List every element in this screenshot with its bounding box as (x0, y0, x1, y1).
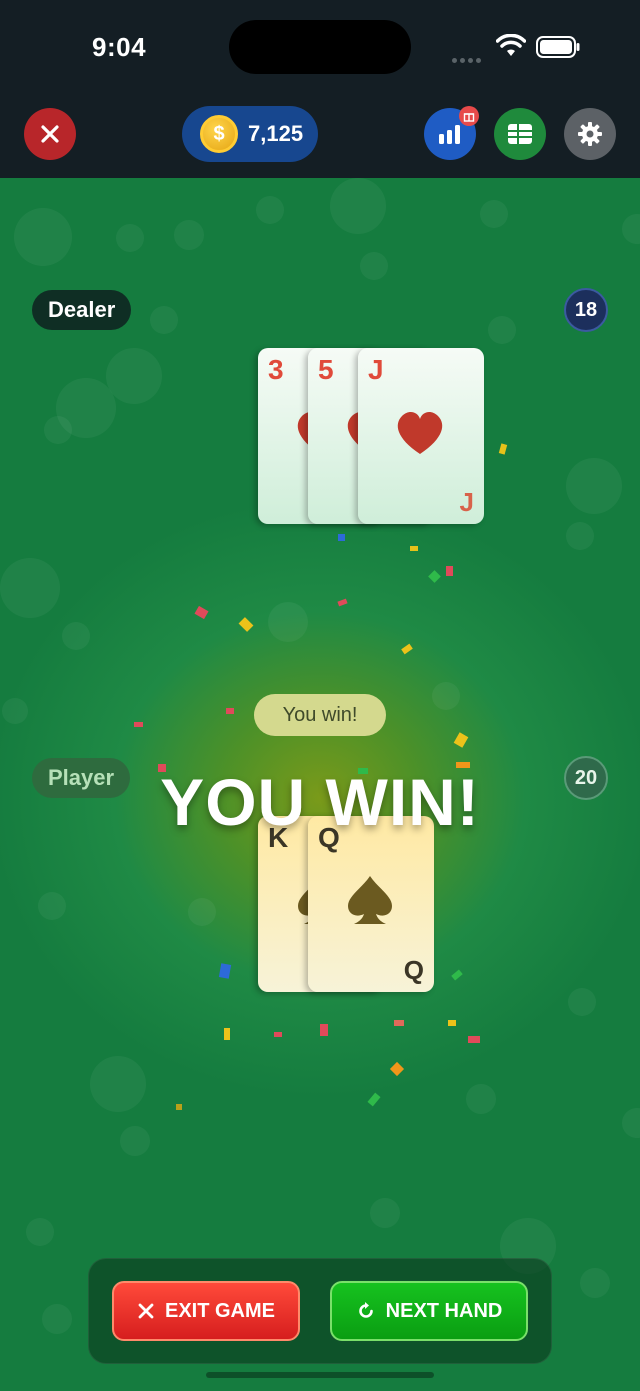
bar-chart-icon (439, 125, 460, 144)
confetti (238, 617, 254, 632)
bokeh-decoration (480, 200, 508, 228)
confetti (176, 1104, 182, 1110)
exit-game-label: EXIT GAME (164, 1299, 275, 1322)
refresh-icon (358, 1302, 373, 1318)
next-hand-label: NEXT HAND (385, 1299, 503, 1322)
bokeh-decoration (38, 892, 66, 920)
player-card: Q Q (308, 816, 434, 992)
bokeh-decoration (188, 898, 216, 926)
confetti (451, 969, 463, 981)
bokeh-decoration (580, 1268, 610, 1298)
wifi-icon (496, 34, 526, 56)
confetti (337, 598, 348, 607)
bokeh-decoration (106, 348, 162, 404)
battery-icon (536, 36, 580, 58)
home-indicator (206, 1372, 434, 1378)
spade-icon (348, 876, 392, 924)
confetti (338, 534, 345, 541)
confetti (446, 566, 453, 576)
card-rank-corner: Q (403, 955, 424, 985)
confetti (320, 1024, 328, 1036)
confetti (274, 1032, 282, 1037)
gear-icon (578, 122, 602, 146)
bokeh-decoration (116, 224, 144, 252)
confetti (428, 570, 441, 583)
confetti (224, 1028, 230, 1040)
bokeh-decoration (622, 1108, 640, 1138)
bokeh-decoration (14, 208, 72, 266)
dynamic-island (229, 20, 411, 74)
bokeh-decoration (370, 1198, 400, 1228)
dealer-card: J J (358, 348, 484, 524)
card-table: Dealer 18 3 5 J J You win! Player 20 K Q… (0, 178, 640, 1391)
bokeh-decoration (568, 988, 596, 1016)
bokeh-decoration (256, 196, 284, 224)
bokeh-decoration (2, 698, 28, 724)
bokeh-decoration (566, 458, 622, 514)
dealer-label: Dealer (32, 290, 132, 330)
card-rank-corner: J (459, 487, 474, 517)
status-bar: 9:04 (0, 0, 640, 96)
gift-badge-icon (459, 106, 479, 126)
bokeh-decoration (174, 220, 204, 250)
bokeh-decoration (90, 1056, 146, 1112)
confetti (218, 963, 232, 979)
bokeh-decoration (150, 306, 178, 334)
coin-icon: $ (200, 115, 238, 153)
confetti (134, 722, 143, 727)
card-rank: 5 (318, 354, 334, 385)
bokeh-decoration (120, 1126, 150, 1156)
confetti (410, 546, 418, 551)
table-view-button[interactable] (494, 108, 546, 160)
card-rank: J (368, 354, 384, 385)
bokeh-decoration (42, 1304, 72, 1334)
table-icon (508, 124, 532, 144)
bokeh-decoration (360, 252, 388, 280)
result-toast: You win! (254, 694, 386, 736)
bokeh-decoration (566, 522, 594, 550)
bokeh-decoration (330, 178, 386, 234)
coin-amount: 7,125 (248, 121, 304, 146)
confetti (453, 732, 469, 748)
confetti (468, 1036, 480, 1043)
close-icon (138, 1303, 154, 1319)
confetti (394, 1020, 404, 1026)
confetti (389, 1061, 405, 1077)
confetti (367, 1092, 381, 1107)
confetti (401, 643, 413, 655)
confetti (194, 605, 209, 620)
bokeh-decoration (26, 1218, 54, 1246)
bokeh-decoration (488, 316, 516, 344)
confetti (498, 443, 508, 455)
bokeh-decoration (44, 416, 72, 444)
bokeh-decoration (268, 602, 308, 642)
confetti (448, 1020, 456, 1026)
next-hand-button[interactable]: NEXT HAND (330, 1281, 528, 1341)
heart-icon (397, 412, 443, 454)
bokeh-decoration (466, 1084, 496, 1114)
coin-balance[interactable]: $ 7,125 (182, 106, 318, 162)
bokeh-decoration (62, 622, 90, 650)
game-toolbar: $ 7,125 (0, 96, 640, 178)
close-icon (41, 125, 59, 143)
bokeh-decoration (622, 214, 640, 244)
signal-icon (452, 50, 488, 63)
card-rank: 3 (268, 354, 284, 385)
dealer-score-badge: 18 (564, 288, 608, 332)
confetti (226, 708, 234, 714)
status-time: 9:04 (92, 32, 147, 62)
close-button[interactable] (24, 108, 76, 160)
bokeh-decoration (432, 682, 460, 710)
exit-game-button[interactable]: EXIT GAME (112, 1281, 300, 1341)
settings-button[interactable] (564, 108, 616, 160)
bokeh-decoration (0, 558, 60, 618)
win-banner: YOU WIN! (160, 765, 480, 839)
